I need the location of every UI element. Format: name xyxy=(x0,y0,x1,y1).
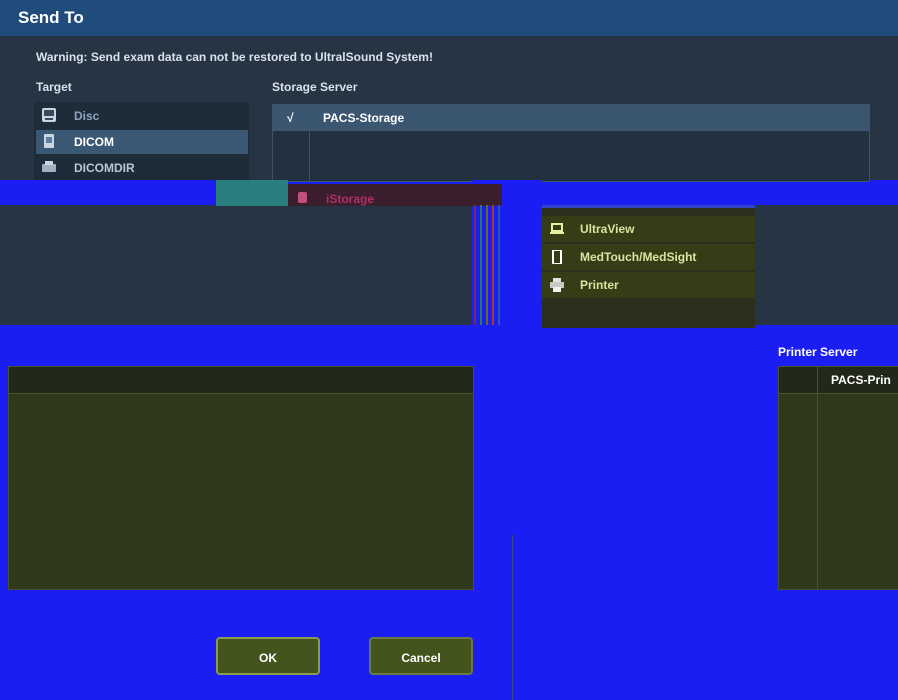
warning-message: Warning: Send exam data can not be resto… xyxy=(36,50,433,64)
printer-server-name: PACS-Prin xyxy=(831,373,891,387)
glitch-stripe xyxy=(486,205,488,325)
table-row[interactable]: √ PACS-Storage xyxy=(273,105,869,131)
printer-server-header: Printer Server xyxy=(778,345,858,359)
target-item-label: Printer xyxy=(580,278,619,292)
target-item-label: UltraView xyxy=(580,222,635,236)
glitch-stripe xyxy=(480,205,482,325)
dialog-title-bar: Send To xyxy=(0,0,898,36)
target-list: Disc DICOM DICOMDIR xyxy=(34,102,249,180)
target-item-ultraview[interactable]: UltraView xyxy=(542,216,755,242)
glitch-stripe xyxy=(498,205,500,325)
target-item-medtouch[interactable]: MedTouch/MedSight xyxy=(542,244,755,270)
target-list-glitched: UltraView MedTouch/MedSight Printer xyxy=(542,205,755,328)
dicom-icon xyxy=(44,134,54,148)
cancel-button[interactable]: Cancel xyxy=(369,637,473,675)
column-divider xyxy=(309,105,310,181)
table-row[interactable]: PACS-Prin xyxy=(779,367,898,394)
target-item-istorage[interactable] xyxy=(288,184,502,206)
storage-server-header: Storage Server xyxy=(272,80,358,94)
target-item-disc[interactable]: Disc xyxy=(36,104,248,128)
glitch-stripe xyxy=(474,205,476,325)
target-item-printer[interactable]: Printer xyxy=(542,272,755,298)
printer-icon xyxy=(550,278,564,292)
glitch-band xyxy=(0,205,898,325)
glitch-stripe xyxy=(492,205,494,325)
tablet-icon xyxy=(552,250,562,264)
storage-server-name: PACS-Storage xyxy=(323,111,405,125)
glitch-patch xyxy=(216,180,288,206)
target-item-dicomdir[interactable]: DICOMDIR xyxy=(36,156,248,180)
target-item-dicom[interactable]: DICOM xyxy=(36,130,248,154)
checkmark[interactable]: √ xyxy=(287,111,294,125)
ok-button[interactable]: OK xyxy=(216,637,320,675)
target-item-label: MedTouch/MedSight xyxy=(580,250,697,264)
storage-server-table: √ PACS-Storage xyxy=(272,104,870,182)
settings-panel xyxy=(8,366,474,590)
dialog-title: Send To xyxy=(18,8,84,27)
target-item-label: iStorage xyxy=(326,192,375,206)
laptop-icon xyxy=(550,223,564,234)
target-item-label: DICOMDIR xyxy=(74,161,135,175)
target-item-label: Disc xyxy=(74,109,100,123)
target-header: Target xyxy=(36,80,72,94)
printer-server-table: PACS-Prin xyxy=(778,366,898,590)
istorage-icon xyxy=(298,192,307,203)
divider xyxy=(512,535,513,700)
target-item-label: DICOM xyxy=(74,135,114,149)
column-divider xyxy=(817,367,818,589)
panel-header xyxy=(9,367,473,394)
disc-icon xyxy=(42,108,56,122)
dicomdir-icon xyxy=(42,161,56,172)
